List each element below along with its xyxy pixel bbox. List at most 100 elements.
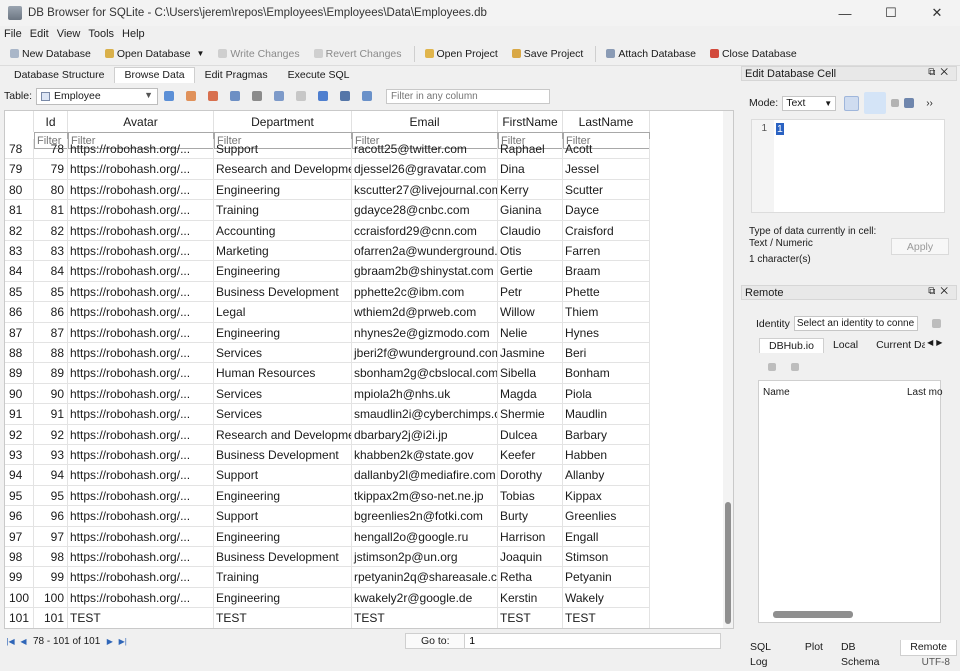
row-number[interactable]: 85 (5, 281, 34, 303)
cell-id[interactable]: 81 (34, 200, 68, 221)
cell-email[interactable]: mpiola2h@nhs.uk (352, 383, 498, 405)
cell-lastname[interactable]: Braam (563, 261, 650, 282)
save-project-button[interactable]: Save Project (506, 44, 590, 64)
cell-firstname[interactable]: Kerstin (498, 587, 563, 609)
cell-firstname[interactable]: Dorothy (498, 465, 563, 486)
cell-firstname[interactable]: Joaquin (498, 547, 563, 568)
cell-avatar[interactable]: https://robohash.org/... (68, 261, 214, 282)
cell-email[interactable]: dallanby2l@mediafire.com (352, 465, 498, 486)
cell-firstname[interactable]: Tobias (498, 485, 563, 507)
row-number[interactable]: 91 (5, 404, 34, 425)
goto-input[interactable] (465, 633, 722, 649)
cell-email[interactable]: ccraisford29@cnn.com (352, 220, 498, 241)
cell-id[interactable]: 78 (34, 139, 68, 160)
close-icon[interactable]: ✕ (914, 0, 960, 26)
cell-email[interactable]: khabben2k@state.gov (352, 445, 498, 466)
cell-avatar[interactable]: https://robohash.org/... (68, 445, 214, 466)
cell-firstname[interactable]: Gertie (498, 261, 563, 282)
cell-firstname[interactable]: Kerry (498, 179, 563, 201)
cell-department[interactable]: Support (214, 139, 352, 160)
tab-plot[interactable]: Plot (796, 640, 832, 656)
remote-col-name[interactable]: Name (763, 387, 790, 398)
cell-avatar[interactable]: https://robohash.org/... (68, 424, 214, 445)
cell-email[interactable]: wthiem2d@prweb.com (352, 302, 498, 323)
tab-edit-pragmas[interactable]: Edit Pragmas (195, 67, 278, 83)
cell-id[interactable]: 86 (34, 302, 68, 323)
vertical-scrollbar[interactable] (723, 111, 733, 628)
cell-firstname[interactable]: Nelie (498, 322, 563, 343)
cell-firstname[interactable]: Shermie (498, 404, 563, 425)
row-number[interactable]: 79 (5, 159, 34, 180)
cell-id[interactable]: 84 (34, 261, 68, 282)
menu-tools[interactable]: Tools (88, 28, 114, 40)
cell-id[interactable]: 99 (34, 567, 68, 588)
cell-avatar[interactable]: https://robohash.org/... (68, 567, 214, 588)
cell-firstname[interactable]: Otis (498, 241, 563, 262)
cell-department[interactable]: Engineering (214, 179, 352, 201)
cell-avatar[interactable]: https://robohash.org/... (68, 179, 214, 201)
column-header-id[interactable]: Id (34, 111, 68, 132)
cell-id[interactable]: 82 (34, 220, 68, 241)
row-number[interactable]: 83 (5, 241, 34, 262)
close-database-button[interactable]: Close Database (704, 44, 803, 64)
cell-email[interactable]: sbonham2g@cbslocal.com (352, 363, 498, 384)
remote-col-last-modified[interactable]: Last mo (907, 387, 943, 398)
cell-lastname[interactable]: Bonham (563, 363, 650, 384)
refresh-icon[interactable] (164, 91, 175, 101)
cell-avatar[interactable]: https://robohash.org/... (68, 343, 214, 364)
cell-firstname[interactable]: Raphael (498, 139, 563, 160)
identity-select[interactable]: Select an identity to conne (793, 316, 918, 331)
row-number[interactable]: 89 (5, 363, 34, 384)
row-number[interactable]: 93 (5, 445, 34, 466)
tab-current-data[interactable]: Current Data (867, 338, 925, 353)
row-number[interactable]: 81 (5, 200, 34, 221)
cell-email[interactable]: racott25@twitter.com (352, 139, 498, 160)
cell-firstname[interactable]: Magda (498, 383, 563, 405)
cell-id[interactable]: 80 (34, 179, 68, 201)
cell-department[interactable]: Legal (214, 302, 352, 323)
delete-record-icon[interactable] (296, 91, 307, 101)
cell-department[interactable]: Business Development (214, 547, 352, 568)
row-number[interactable]: 97 (5, 526, 34, 547)
next-page-icon[interactable]: ▶ (103, 635, 116, 648)
cell-lastname[interactable]: Maudlin (563, 404, 650, 425)
panel-float-close-icon[interactable]: ⧉✕ (928, 67, 953, 78)
identity-config-icon[interactable] (931, 319, 941, 328)
menu-view[interactable]: View (57, 28, 81, 40)
cell-department[interactable]: Business Development (214, 445, 352, 466)
cell-firstname[interactable]: Dina (498, 159, 563, 180)
cell-firstname[interactable]: Jasmine (498, 343, 563, 364)
tab-browse-data[interactable]: Browse Data (114, 67, 195, 83)
tab-local[interactable]: Local (824, 338, 867, 353)
cell-id[interactable]: 89 (34, 363, 68, 384)
cell-avatar[interactable]: https://robohash.org/... (68, 526, 214, 547)
cell-lastname[interactable]: Petyanin (563, 567, 650, 588)
cell-avatar[interactable]: https://robohash.org/... (68, 241, 214, 262)
cell-department[interactable]: Support (214, 506, 352, 527)
row-number[interactable]: 99 (5, 567, 34, 588)
cell-id[interactable]: 83 (34, 241, 68, 262)
new-database-button[interactable]: New Database (4, 44, 97, 64)
cell-department[interactable]: Training (214, 567, 352, 588)
first-page-icon[interactable]: |◀ (4, 635, 17, 648)
cell-department[interactable]: Services (214, 343, 352, 364)
row-number[interactable]: 94 (5, 465, 34, 486)
remote-refresh-icon[interactable] (768, 363, 776, 371)
cell-department[interactable]: Training (214, 200, 352, 221)
cell-email[interactable]: gdayce28@cnbc.com (352, 200, 498, 221)
revert-changes-button[interactable]: Revert Changes (308, 44, 408, 64)
row-number[interactable]: 80 (5, 179, 34, 201)
save-view-icon[interactable] (230, 91, 241, 101)
replace-icon[interactable] (362, 91, 373, 101)
cell-id[interactable]: 85 (34, 281, 68, 303)
row-number[interactable]: 78 (5, 139, 34, 160)
cell-firstname[interactable]: Keefer (498, 445, 563, 466)
cell-firstname[interactable]: Burty (498, 506, 563, 527)
cell-lastname[interactable]: Allanby (563, 465, 650, 486)
filter-any-column-input[interactable] (386, 88, 551, 104)
cell-department[interactable]: Engineering (214, 261, 352, 282)
cell-email[interactable]: gbraam2b@shinystat.com (352, 261, 498, 282)
cell-avatar[interactable]: TEST (68, 608, 214, 628)
chevron-right-icon[interactable]: ▶ (936, 338, 942, 353)
cell-avatar[interactable]: https://robohash.org/... (68, 159, 214, 180)
